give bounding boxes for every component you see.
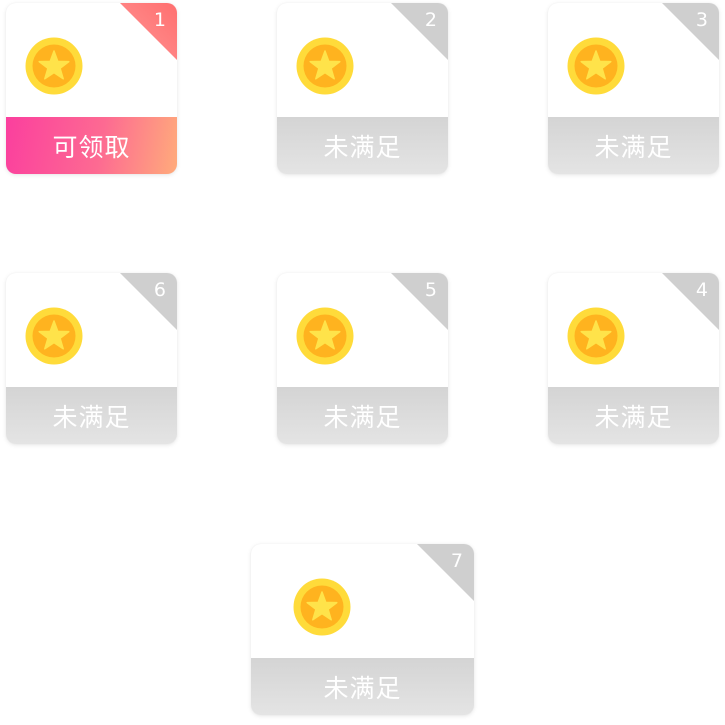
day-number-corner	[391, 273, 448, 330]
gold-star-coin-icon	[293, 578, 351, 636]
day-number-corner	[120, 273, 177, 330]
gold-star-coin-icon	[296, 37, 354, 95]
day-number-corner	[662, 273, 719, 330]
reward-card-day-4[interactable]: 4 未满足	[548, 273, 719, 444]
reward-card-day-3[interactable]: 3 未满足	[548, 3, 719, 174]
day-number: 3	[695, 9, 708, 31]
day-number-corner	[120, 3, 177, 60]
day-number: 4	[695, 279, 708, 301]
day-number: 6	[153, 279, 166, 301]
reward-card-day-5[interactable]: 5 未满足	[277, 273, 448, 444]
status-label-unmet: 未满足	[277, 387, 448, 444]
claim-button[interactable]: 可领取	[6, 117, 177, 174]
day-number: 1	[153, 9, 166, 31]
reward-card-day-2[interactable]: 2 未满足	[277, 3, 448, 174]
gold-star-coin-icon	[296, 307, 354, 365]
gold-star-coin-icon	[567, 307, 625, 365]
status-label-unmet: 未满足	[6, 387, 177, 444]
day-number: 2	[424, 9, 437, 31]
reward-card-day-1[interactable]: 1 可领取	[6, 3, 177, 174]
day-number-corner	[417, 544, 474, 601]
status-label-unmet: 未满足	[548, 387, 719, 444]
status-label-unmet: 未满足	[277, 117, 448, 174]
day-number-corner	[391, 3, 448, 60]
day-number: 5	[424, 279, 437, 301]
day-number: 7	[450, 550, 463, 572]
reward-card-day-6[interactable]: 6 未满足	[6, 273, 177, 444]
gold-star-coin-icon	[25, 307, 83, 365]
status-label-unmet: 未满足	[548, 117, 719, 174]
reward-card-day-7[interactable]: 7 未满足	[251, 544, 474, 715]
gold-star-coin-icon	[25, 37, 83, 95]
gold-star-coin-icon	[567, 37, 625, 95]
day-number-corner	[662, 3, 719, 60]
status-label-unmet: 未满足	[251, 658, 474, 715]
